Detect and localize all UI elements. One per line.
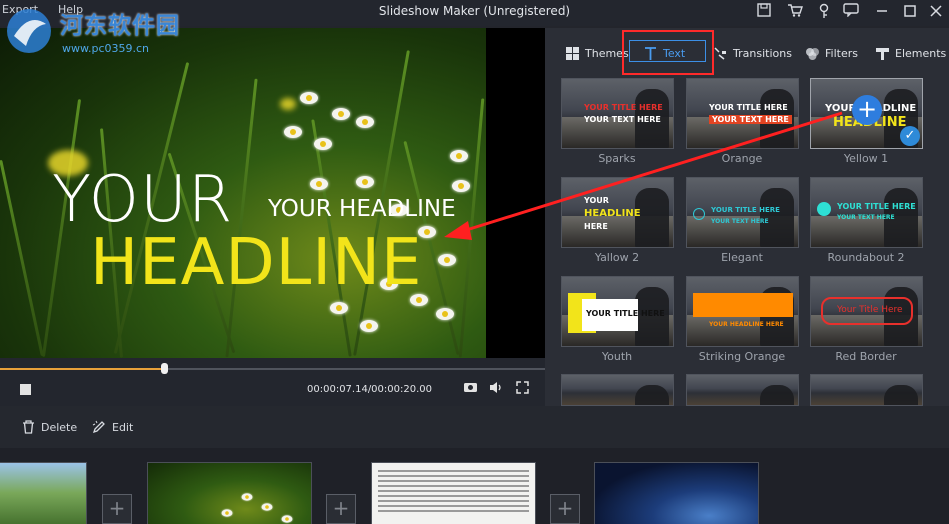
timeline-clip-1[interactable] xyxy=(0,462,87,524)
timeline-clip-4[interactable] xyxy=(594,462,759,524)
timeline-clip-2[interactable] xyxy=(147,462,312,524)
timeline-toolbar: Delete Edit xyxy=(0,406,949,448)
edit-icon xyxy=(92,420,105,434)
delete-button[interactable]: Delete xyxy=(22,420,77,434)
edit-button[interactable]: Edit xyxy=(92,420,133,434)
edit-button-label: Edit xyxy=(112,420,134,434)
trash-icon xyxy=(23,420,34,434)
delete-button-label: Delete xyxy=(41,420,78,434)
transition-slot-3[interactable]: + xyxy=(550,494,580,524)
transition-slot-1[interactable]: + xyxy=(102,494,132,524)
transition-slot-2[interactable]: + xyxy=(326,494,356,524)
timeline: Delete Edit + + + xyxy=(0,406,949,524)
timeline-clip-3[interactable] xyxy=(371,462,536,524)
